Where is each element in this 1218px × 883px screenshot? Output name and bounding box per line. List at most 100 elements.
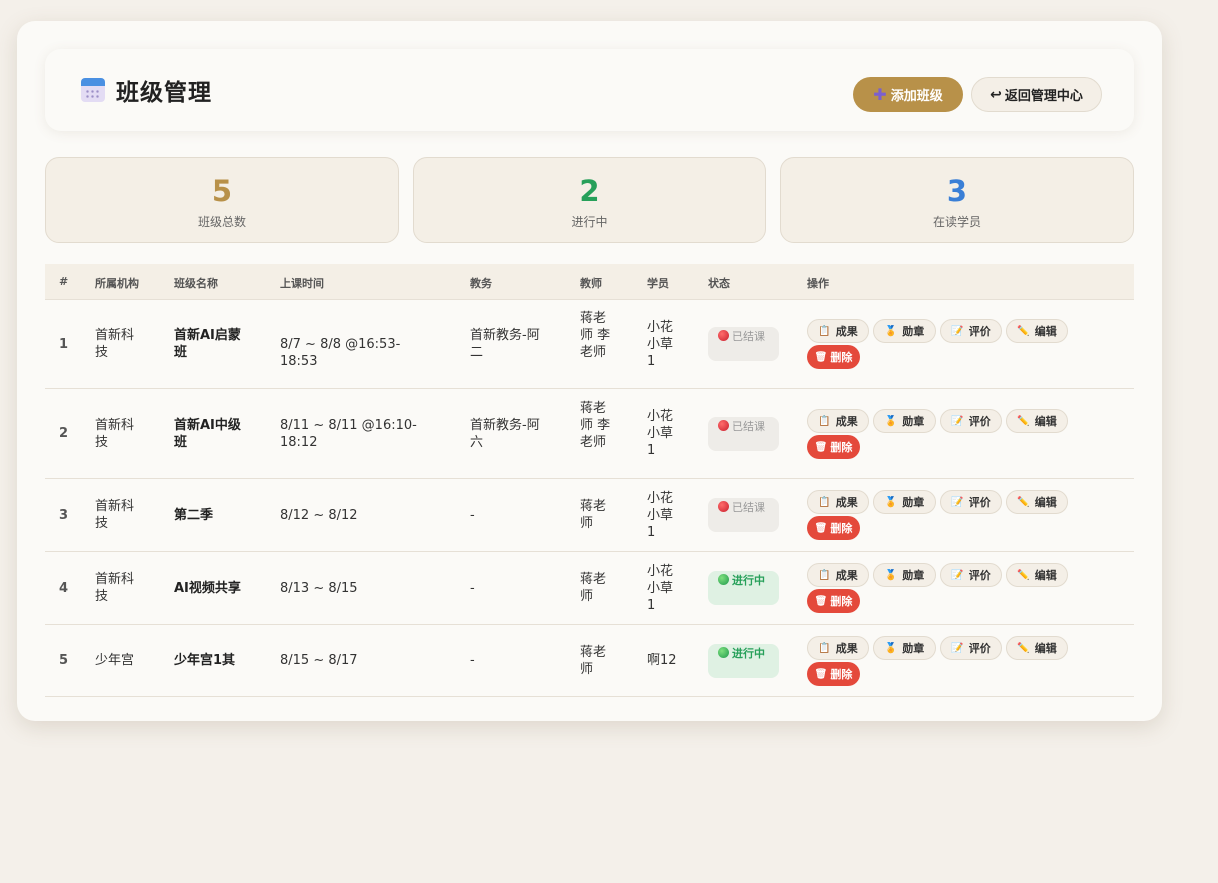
medal-icon: 🏅 xyxy=(884,642,898,654)
edit-button[interactable]: ✏️ 编辑 xyxy=(1006,563,1068,587)
stat-card-in-progress: 2 进行中 xyxy=(413,157,766,243)
cell-teacher: 蒋老师 李老师 xyxy=(580,311,611,360)
cell-org: 首新科技 xyxy=(95,328,135,360)
stat-label: 班级总数 xyxy=(197,215,246,229)
badge-button[interactable]: 🏅 勋章 xyxy=(873,563,936,587)
cell-time: 8/7 ~ 8/8 @16:53-18:53 xyxy=(280,337,401,369)
cell-time: 8/15 ~ 8/17 xyxy=(280,653,358,668)
badge-label: 勋章 xyxy=(902,415,925,428)
trash-icon: 🗑 xyxy=(814,668,828,680)
review-button[interactable]: 📝 评价 xyxy=(940,490,1002,514)
column-header-index: # xyxy=(59,275,69,288)
review-label: 评价 xyxy=(968,496,991,509)
cell-admin: - xyxy=(470,581,475,596)
stat-card-enrolled-students: 3 在读学员 xyxy=(780,157,1134,243)
pencil-icon: ✏️ xyxy=(1017,325,1030,337)
delete-label: 删除 xyxy=(830,522,853,535)
review-button[interactable]: 📝 评价 xyxy=(940,563,1002,587)
delete-label: 删除 xyxy=(830,351,853,364)
result-label: 成果 xyxy=(835,415,858,428)
clipboard-icon: 📋 xyxy=(818,642,831,654)
badge-label: 勋章 xyxy=(902,569,925,582)
table-row: 4 首新科技 AI视频共享 8/13 ~ 8/15 - 蒋老师 小花 小草 1 进行中 📋 成果 🏅… xyxy=(45,552,1134,625)
clipboard-icon: 📋 xyxy=(818,415,831,427)
cell-teacher: 蒋老师 李老师 xyxy=(580,401,611,450)
trash-icon: 🗑 xyxy=(814,351,828,363)
green-dot-icon xyxy=(718,647,729,658)
result-button[interactable]: 📋 成果 xyxy=(807,319,869,343)
badge-button[interactable]: 🏅 勋章 xyxy=(873,319,936,343)
delete-button[interactable]: 🗑 删除 xyxy=(807,435,860,459)
row-index: 5 xyxy=(59,653,69,668)
badge-label: 勋章 xyxy=(902,496,925,509)
cell-org: 少年宫 xyxy=(95,653,135,668)
stat-card-total-classes: 5 班级总数 xyxy=(45,157,399,243)
class-management-panel: 班级管理 ✚ 添加班级 ↩ 返回管理中心 5 班级总数 2 进行中 3 在读学员… xyxy=(17,21,1162,721)
badge-button[interactable]: 🏅 勋章 xyxy=(873,636,936,660)
column-header-status: 状态 xyxy=(708,277,730,290)
stat-value: 5 xyxy=(211,174,233,208)
result-button[interactable]: 📋 成果 xyxy=(807,490,869,514)
pencil-icon: ✏️ xyxy=(1017,569,1030,581)
cell-students: 小花 小草 1 xyxy=(647,491,674,540)
result-label: 成果 xyxy=(835,642,858,655)
edit-button[interactable]: ✏️ 编辑 xyxy=(1006,409,1068,433)
trash-icon: 🗑 xyxy=(814,522,828,534)
cell-admin: 首新教务-阿六 xyxy=(470,418,540,450)
memo-icon: 📝 xyxy=(951,325,964,337)
delete-label: 删除 xyxy=(830,668,853,681)
back-to-admin-button[interactable]: ↩ 返回管理中心 xyxy=(971,77,1102,112)
cell-class-name: 首新AI启蒙班 xyxy=(174,328,241,360)
status-label: 进行中 xyxy=(732,574,765,587)
cell-students: 啊12 xyxy=(647,653,677,668)
result-button[interactable]: 📋 成果 xyxy=(807,409,869,433)
badge-button[interactable]: 🏅 勋章 xyxy=(873,490,936,514)
clipboard-icon: 📋 xyxy=(818,569,831,581)
memo-icon: 📝 xyxy=(951,496,964,508)
edit-label: 编辑 xyxy=(1034,496,1057,509)
plus-icon: ✚ xyxy=(873,85,887,104)
review-label: 评价 xyxy=(968,325,991,338)
edit-button[interactable]: ✏️ 编辑 xyxy=(1006,319,1068,343)
status-label: 已结课 xyxy=(732,330,765,343)
memo-icon: 📝 xyxy=(951,415,964,427)
status-label: 已结课 xyxy=(732,420,765,433)
trash-icon: 🗑 xyxy=(814,595,828,607)
medal-icon: 🏅 xyxy=(884,569,898,581)
table-body: 1 首新科技 首新AI启蒙班 8/7 ~ 8/8 @16:53-18:53 首新教务-阿… xyxy=(45,300,1134,697)
cell-teacher: 蒋老师 xyxy=(580,572,607,604)
review-button[interactable]: 📝 评价 xyxy=(940,409,1002,433)
badge-label: 勋章 xyxy=(902,325,925,338)
row-index: 2 xyxy=(59,426,69,441)
result-label: 成果 xyxy=(835,569,858,582)
delete-button[interactable]: 🗑 删除 xyxy=(807,516,860,540)
delete-button[interactable]: 🗑 删除 xyxy=(807,589,860,613)
review-label: 评价 xyxy=(968,642,991,655)
edit-button[interactable]: ✏️ 编辑 xyxy=(1006,636,1068,660)
cell-class-name: 少年宫1其 xyxy=(174,653,236,668)
delete-button[interactable]: 🗑 删除 xyxy=(807,662,860,686)
cell-time: 8/13 ~ 8/15 xyxy=(280,581,358,596)
result-button[interactable]: 📋 成果 xyxy=(807,636,869,660)
cell-students: 小花 小草 1 xyxy=(647,409,674,458)
delete-button[interactable]: 🗑 删除 xyxy=(807,345,860,369)
pencil-icon: ✏️ xyxy=(1017,496,1030,508)
clipboard-icon: 📋 xyxy=(818,325,831,337)
row-actions: 📋 成果 🏅 勋章 📝 评价 ✏️ 编辑 🗑 删除 xyxy=(807,409,1077,459)
cell-org: 首新科技 xyxy=(95,572,135,604)
result-button[interactable]: 📋 成果 xyxy=(807,563,869,587)
review-label: 评价 xyxy=(968,415,991,428)
review-button[interactable]: 📝 评价 xyxy=(940,636,1002,660)
edit-button[interactable]: ✏️ 编辑 xyxy=(1006,490,1068,514)
red-dot-icon xyxy=(718,420,729,431)
cell-time: 8/12 ~ 8/12 xyxy=(280,508,358,523)
medal-icon: 🏅 xyxy=(884,496,898,508)
memo-icon: 📝 xyxy=(951,569,964,581)
back-to-admin-label: 返回管理中心 xyxy=(1004,89,1083,104)
status-label: 进行中 xyxy=(732,647,765,660)
page-header: 班级管理 ✚ 添加班级 ↩ 返回管理中心 xyxy=(45,49,1134,131)
status-label: 已结课 xyxy=(732,501,765,514)
add-class-button[interactable]: ✚ 添加班级 xyxy=(853,77,963,112)
badge-button[interactable]: 🏅 勋章 xyxy=(873,409,936,433)
review-button[interactable]: 📝 评价 xyxy=(940,319,1002,343)
